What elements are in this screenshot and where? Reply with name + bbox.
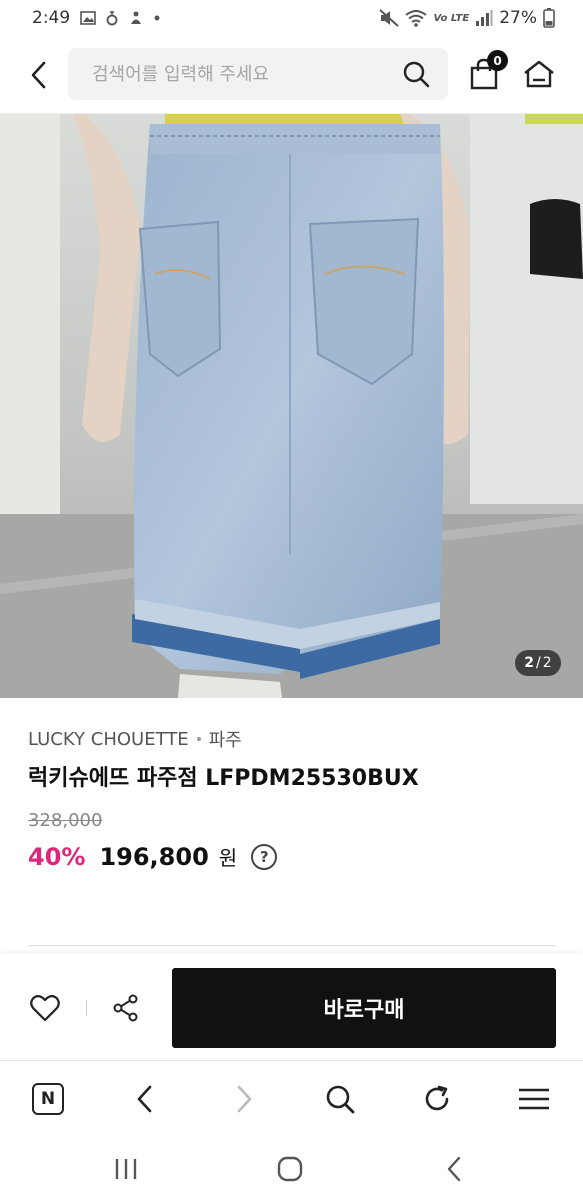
cart-button[interactable]: 0 xyxy=(464,50,508,94)
app-header: 0 xyxy=(0,36,583,114)
recent-apps-button[interactable] xyxy=(106,1152,146,1186)
browser-nav-bar: N xyxy=(0,1060,583,1136)
arrow-left-icon xyxy=(137,1085,152,1113)
search-icon xyxy=(326,1085,355,1114)
search-input[interactable] xyxy=(92,63,400,85)
naver-home-button[interactable]: N xyxy=(30,1081,66,1117)
search-icon xyxy=(403,61,430,88)
search-box[interactable] xyxy=(68,48,448,100)
system-nav-bar xyxy=(0,1136,583,1200)
product-photo xyxy=(0,114,583,698)
home-button[interactable] xyxy=(518,54,560,94)
mute-icon xyxy=(379,9,400,27)
home-icon xyxy=(524,60,554,88)
share-icon xyxy=(113,994,138,1022)
refresh-icon xyxy=(425,1085,449,1111)
price-help-icon[interactable]: ? xyxy=(251,843,278,870)
store-name: 파주 xyxy=(208,730,242,751)
product-name: 럭키슈에뜨 파주점 LFPDM25530BUX xyxy=(28,766,419,791)
browser-back-button[interactable] xyxy=(127,1081,163,1117)
status-left: 2:49 xyxy=(32,8,160,28)
cart-count-badge: 0 xyxy=(487,50,508,71)
chevron-left-icon xyxy=(31,61,46,89)
signal-icon xyxy=(475,10,493,26)
purchase-action-bar: 바로구매 xyxy=(0,954,583,1060)
image-counter-total: 2 xyxy=(542,655,552,671)
more-notifications-icon xyxy=(154,15,160,21)
browser-menu-button[interactable] xyxy=(516,1081,552,1117)
back-button[interactable] xyxy=(22,58,56,92)
arrow-right-icon xyxy=(237,1085,252,1113)
wifi-icon xyxy=(405,9,428,27)
naver-home-icon: N xyxy=(32,1083,64,1115)
heart-icon xyxy=(30,995,60,1022)
battery-icon xyxy=(543,8,555,28)
status-right: Vo LTE 27% xyxy=(379,8,555,28)
currency-unit: 원 xyxy=(218,846,238,870)
image-counter: 2 / 2 xyxy=(515,650,561,676)
share-button[interactable] xyxy=(110,992,142,1024)
price-row: 40% 196,800 원 ? xyxy=(28,842,278,871)
menu-icon xyxy=(519,1088,549,1110)
browser-refresh-button[interactable] xyxy=(419,1081,455,1117)
brand-separator-dot xyxy=(196,737,201,741)
original-price: 328,000 xyxy=(28,810,103,831)
sale-price: 196,800 xyxy=(99,842,209,871)
game-notification-icon xyxy=(128,10,144,26)
status-time: 2:49 xyxy=(32,8,71,28)
recent-apps-icon xyxy=(115,1159,137,1179)
home-circle-icon xyxy=(277,1156,303,1182)
image-counter-separator: / xyxy=(536,655,541,671)
action-separator xyxy=(86,1000,87,1016)
system-back-icon xyxy=(447,1156,461,1182)
status-bar: 2:49 Vo LTE 27% xyxy=(0,0,583,36)
battery-percent: 27% xyxy=(499,8,537,28)
section-divider xyxy=(28,945,556,946)
product-image-gallery[interactable]: 2 / 2 xyxy=(0,114,583,698)
home-system-button[interactable] xyxy=(270,1152,310,1186)
browser-forward-button[interactable] xyxy=(226,1081,262,1117)
image-counter-current: 2 xyxy=(524,655,535,671)
app-notification-icon xyxy=(106,10,118,26)
buy-now-button[interactable]: 바로구매 xyxy=(172,968,556,1048)
brand-name[interactable]: LUCKY CHOUETTE xyxy=(28,729,189,750)
wishlist-button[interactable] xyxy=(28,992,62,1024)
naver-home-letter: N xyxy=(40,1089,56,1109)
gallery-notification-icon xyxy=(80,11,96,25)
network-type-label: Vo LTE xyxy=(433,12,470,24)
search-button[interactable] xyxy=(400,58,432,90)
system-back-button[interactable] xyxy=(434,1152,474,1186)
discount-rate: 40% xyxy=(28,842,86,871)
brand-line: LUCKY CHOUETTE 파주 xyxy=(28,726,242,752)
browser-search-button[interactable] xyxy=(322,1081,358,1117)
